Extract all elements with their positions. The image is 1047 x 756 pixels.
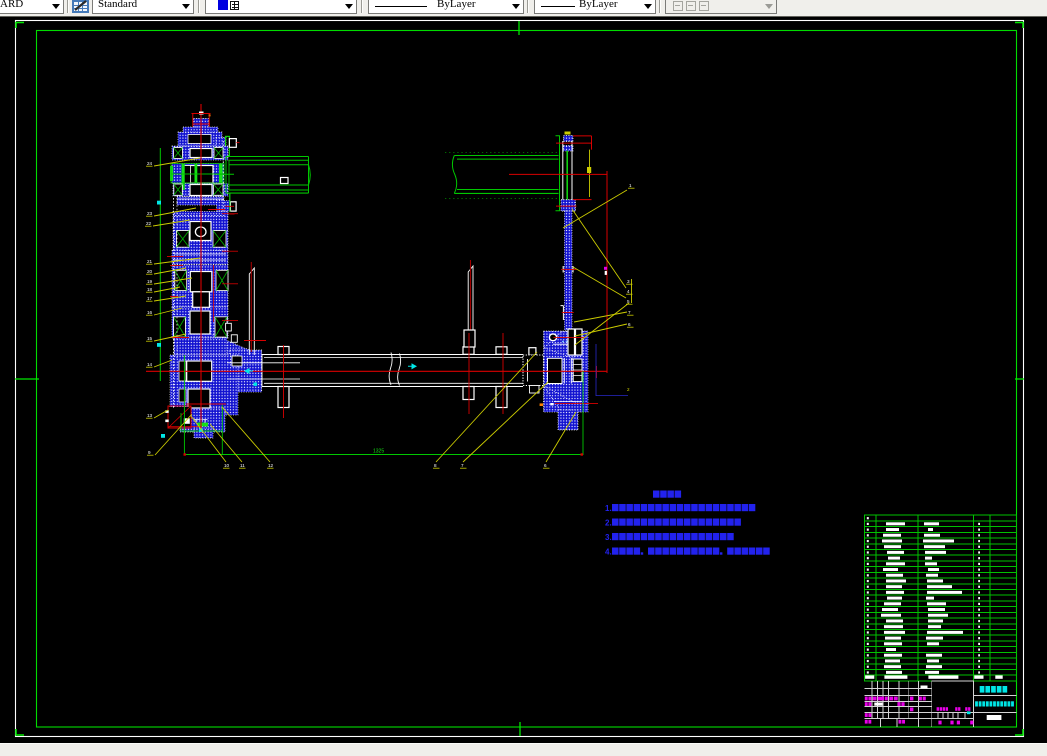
svg-text:1.: 1. [605, 504, 612, 513]
svg-text:16: 16 [147, 310, 153, 315]
svg-text:11: 11 [240, 463, 245, 468]
svg-text:4.: 4. [605, 548, 612, 557]
svg-text:1325: 1325 [373, 449, 384, 455]
svg-text:1: 1 [629, 183, 632, 188]
svg-text:10: 10 [224, 463, 230, 468]
svg-text:12: 12 [268, 463, 274, 468]
svg-text:20: 20 [147, 269, 153, 274]
svg-text:13: 13 [147, 413, 153, 418]
svg-text:23: 23 [147, 211, 153, 216]
svg-text:15: 15 [147, 336, 153, 341]
svg-text:18: 18 [147, 287, 153, 292]
svg-text:2: 2 [627, 387, 630, 392]
svg-text:8: 8 [434, 463, 437, 468]
svg-text:7: 7 [628, 310, 631, 315]
svg-text:6: 6 [628, 322, 631, 327]
svg-text:22: 22 [146, 221, 152, 226]
svg-text:4: 4 [627, 289, 630, 294]
svg-text:19: 19 [147, 279, 153, 284]
svg-text:9: 9 [148, 450, 151, 455]
svg-text:3: 3 [627, 279, 630, 284]
svg-text:2.: 2. [605, 519, 612, 528]
svg-text:7: 7 [461, 463, 464, 468]
svg-text:14: 14 [147, 362, 153, 367]
svg-text:17: 17 [147, 296, 153, 301]
svg-text:21: 21 [147, 259, 153, 264]
svg-text:24: 24 [147, 161, 153, 166]
svg-text:6: 6 [544, 463, 547, 468]
svg-text:3.: 3. [605, 533, 612, 542]
